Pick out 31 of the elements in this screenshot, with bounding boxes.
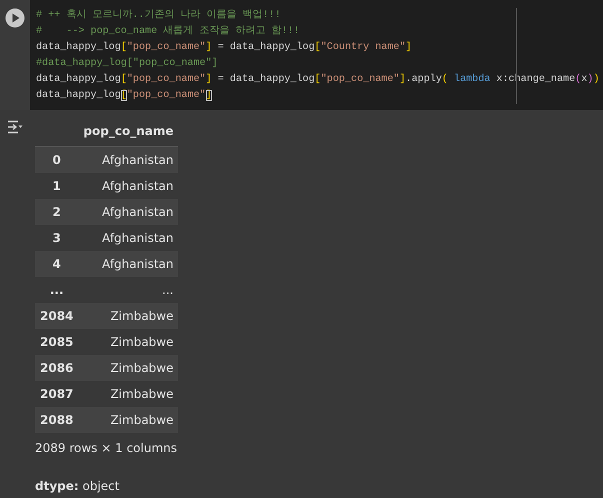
row-index: 0 (35, 146, 78, 172)
row-index: 2 (35, 198, 78, 224)
row-index: 2084 (35, 302, 78, 328)
table-cell: Afghanistan (78, 172, 178, 198)
table-cell: ... (78, 276, 178, 302)
table-cell: Zimbabwe (78, 354, 178, 380)
dtype-text: dtype: object (35, 478, 120, 494)
code-line: data_happy_log["pop_co_name"] = data_happy_log["Country name"] (36, 40, 412, 55)
row-index: 2086 (35, 354, 78, 380)
row-index: 2088 (35, 406, 78, 432)
table-cell: Afghanistan (78, 224, 178, 250)
code-line: # ++ 혹시 모르니까..기존의 나라 이름을 백업!!! (36, 8, 281, 23)
row-index: 4 (35, 250, 78, 276)
output-toggle-icon[interactable] (7, 120, 23, 134)
shape-text: 2089 rows × 1 columns (35, 440, 178, 456)
row-index: 2085 (35, 328, 78, 354)
run-button[interactable] (5, 8, 25, 28)
table-cell: Zimbabwe (78, 328, 178, 354)
table-cell: Zimbabwe (78, 302, 178, 328)
row-index: 3 (35, 224, 78, 250)
code-line: #data_happy_log["pop_co_name"] (36, 56, 218, 71)
row-index: ... (35, 276, 78, 302)
row-index: 2087 (35, 380, 78, 406)
code-line: data_happy_log["pop_co_name"] = data_happy_log["pop_co_name"].apply( lambda x:change_name(x)) (36, 72, 600, 87)
table-cell: Afghanistan (78, 250, 178, 276)
row-index: 1 (35, 172, 78, 198)
table-cell: Zimbabwe (78, 406, 178, 432)
table-cell: Zimbabwe (78, 380, 178, 406)
table-cell: Afghanistan (78, 198, 178, 224)
code-line: # --> pop_co_name 새롭게 조작을 하려고 함!!! (36, 24, 300, 39)
table-cell: Afghanistan (78, 146, 178, 172)
